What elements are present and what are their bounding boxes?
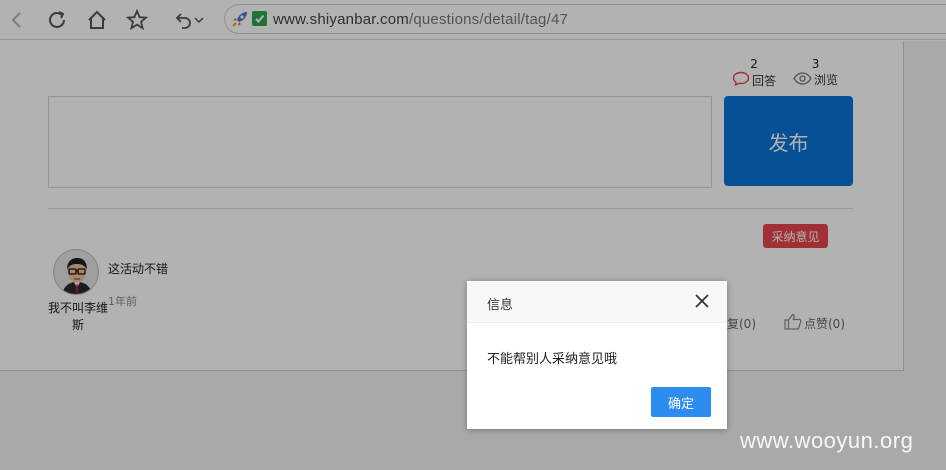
dialog-header: 信息	[467, 281, 727, 323]
dialog-title: 信息	[487, 298, 514, 313]
close-icon[interactable]	[693, 292, 711, 310]
confirm-button[interactable]: 确定	[651, 387, 711, 417]
watermark: www.wooyun.org	[740, 428, 914, 453]
dialog-message: 不能帮别人采纳意见哦	[487, 352, 618, 367]
info-dialog: 信息 不能帮别人采纳意见哦 确定	[467, 281, 727, 429]
